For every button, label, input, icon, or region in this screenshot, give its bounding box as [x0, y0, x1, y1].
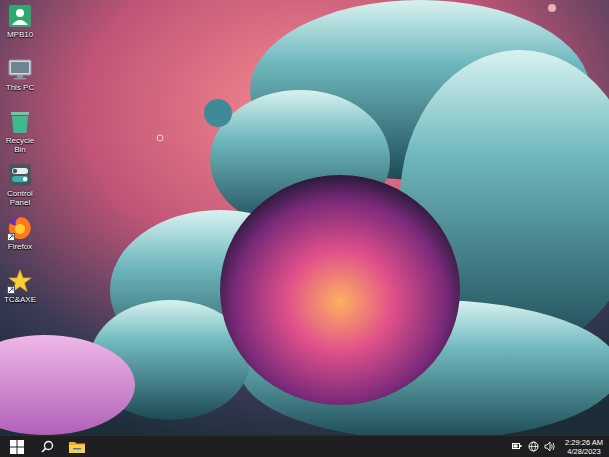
icon-graphic [8, 216, 32, 240]
desktop-icon[interactable]: MPB10 [0, 4, 40, 57]
icon-label: This PC [0, 83, 40, 92]
windows-icon [10, 440, 24, 454]
search-icon [41, 440, 54, 453]
language-tray[interactable] [528, 441, 539, 452]
taskbar: 2:29:26 AM4/28/2023 [0, 435, 609, 457]
volume-tray[interactable] [544, 441, 555, 452]
clock-time: 2:29:26 AM [565, 438, 603, 447]
clock[interactable]: 2:29:26 AM4/28/2023 [560, 438, 603, 456]
icon-graphic [8, 163, 32, 187]
icon-label: Recycle Bin [0, 136, 40, 154]
computer-icon [8, 57, 32, 81]
shortcut-arrow-icon [7, 286, 15, 294]
icon-graphic [8, 4, 32, 28]
shortcut-arrow-icon [7, 233, 15, 241]
battery-network-icon [512, 442, 523, 451]
clock-date: 4/28/2023 [567, 447, 600, 456]
icon-graphic [8, 269, 32, 293]
icon-label: TC&AXE [0, 295, 40, 304]
wallpaper [0, 0, 609, 435]
start-button[interactable] [8, 438, 26, 456]
icon-graphic [8, 110, 32, 134]
icon-label: Control Panel [0, 189, 40, 207]
search-button[interactable] [38, 438, 56, 456]
icon-graphic [8, 57, 32, 81]
file-explorer-button[interactable] [68, 438, 86, 456]
icon-label: Firefox [0, 242, 40, 251]
icon-label: MPB10 [0, 30, 40, 39]
user-icon [8, 4, 32, 28]
desktop-icon[interactable]: Firefox [0, 216, 40, 269]
desktop-icon[interactable]: TC&AXE [0, 269, 40, 322]
speaker-icon [544, 441, 555, 452]
recycle-bin-icon [8, 110, 32, 134]
network-tray[interactable] [512, 441, 523, 452]
desktop[interactable]: MPB10 This PC Recycle Bin Control Panel Fire… [0, 0, 609, 435]
desktop-icon[interactable]: This PC [0, 57, 40, 110]
control-panel-icon [8, 163, 32, 187]
desktop-icon[interactable]: Control Panel [0, 163, 40, 216]
folder-icon [69, 440, 85, 454]
desktop-icon[interactable]: Recycle Bin [0, 110, 40, 163]
globe-icon [528, 441, 539, 452]
